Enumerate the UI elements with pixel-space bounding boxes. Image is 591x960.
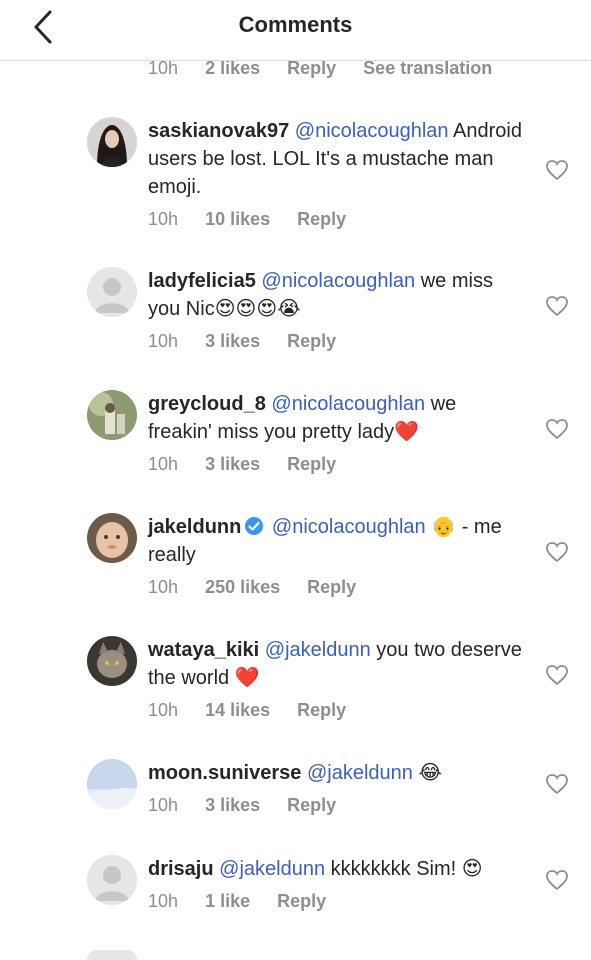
reply-button[interactable]: Reply: [287, 795, 336, 816]
like-count[interactable]: 3 likes: [205, 454, 260, 475]
heart-like-icon[interactable]: [545, 664, 569, 686]
avatar[interactable]: [87, 117, 137, 167]
comment-mention[interactable]: @nicolacoughlan: [295, 120, 449, 142]
comment-mention[interactable]: @nicolacoughlan: [271, 393, 425, 415]
comment-username[interactable]: drisaju: [148, 858, 214, 880]
avatar[interactable]: [87, 390, 137, 440]
comment-meta: 10h 3 likes Reply: [148, 795, 358, 816]
comment-username[interactable]: jakeldunn: [148, 516, 241, 538]
emoji: 😍😍😍😭: [214, 298, 301, 320]
avatar[interactable]: [87, 950, 137, 960]
like-count[interactable]: 10 likes: [205, 209, 270, 230]
comment-time: 10h: [148, 209, 179, 229]
verified-badge-icon: [245, 517, 264, 535]
comment-mention[interactable]: @jakeldunn: [265, 639, 371, 661]
comment-time: 10h: [148, 331, 179, 351]
comment-time: 10h: [148, 700, 179, 720]
comment-meta: 10h 2 likes Reply See translation: [148, 58, 514, 79]
comment-body: kkkkkkkk Sim!: [325, 858, 462, 880]
comment-meta: 10h 10 likes Reply: [148, 209, 368, 230]
comment-mention[interactable]: @nicolacoughlan: [261, 270, 415, 292]
comment-username[interactable]: greycloud_8: [148, 393, 266, 415]
comment-username[interactable]: ladyfelicia5: [148, 270, 256, 292]
comment-meta: 10h 3 likes Reply: [148, 331, 358, 352]
like-count[interactable]: 14 likes: [205, 700, 270, 721]
comment-mention[interactable]: @jakeldunn: [307, 762, 413, 784]
comment-text: wataya_kiki @jakeldunn you two deserve t…: [148, 636, 523, 692]
emoji: 👴: [431, 516, 457, 538]
emoji: 😍: [461, 858, 483, 880]
comment-username[interactable]: saskianovak97: [148, 120, 289, 142]
comment-time: 10h: [148, 454, 179, 474]
reply-button[interactable]: Reply: [287, 58, 336, 79]
avatar[interactable]: [87, 513, 137, 563]
heart-like-icon[interactable]: [545, 869, 569, 891]
avatar[interactable]: [87, 267, 137, 317]
heart-like-icon[interactable]: [545, 295, 569, 317]
avatar[interactable]: [87, 855, 137, 905]
comment-mention[interactable]: @nicolacoughlan: [272, 516, 426, 538]
page-title: Comments: [238, 12, 353, 37]
see-translation-button[interactable]: See translation: [363, 58, 492, 79]
reply-button[interactable]: Reply: [307, 577, 356, 598]
like-count[interactable]: 2 likes: [205, 58, 260, 79]
heart-like-icon[interactable]: [545, 541, 569, 563]
comment-username[interactable]: moon.suniverse: [148, 762, 301, 784]
comment-time: 10h: [148, 795, 179, 815]
reply-button[interactable]: Reply: [287, 331, 336, 352]
heart-like-icon[interactable]: [545, 159, 569, 181]
comment-text: ladyfelicia5 @nicolacoughlan we miss you…: [148, 267, 523, 323]
emoji: ❤️: [234, 667, 260, 689]
comment-meta: 10h 1 like Reply: [148, 891, 348, 912]
comment-time: 10h: [148, 891, 179, 911]
comment-meta: 10h 3 likes Reply: [148, 454, 358, 475]
emoji: ❤️: [394, 421, 420, 443]
comment-text: drisaju @jakeldunn kkkkkkkk Sim! 😍: [148, 855, 523, 883]
reply-button[interactable]: Reply: [297, 209, 346, 230]
reply-button[interactable]: Reply: [297, 700, 346, 721]
comment-mention[interactable]: @jakeldunn: [219, 858, 325, 880]
comment-time: 10h: [148, 58, 179, 78]
comment-username[interactable]: wataya_kiki: [148, 639, 259, 661]
like-count[interactable]: 1 like: [205, 891, 250, 912]
heart-like-icon[interactable]: [545, 773, 569, 795]
emoji: 😂: [418, 762, 442, 784]
heart-like-icon[interactable]: [545, 418, 569, 440]
comment-text: greycloud_8 @nicolacoughlan we freakin' …: [148, 390, 523, 446]
reply-button[interactable]: Reply: [287, 454, 336, 475]
like-count[interactable]: 250 likes: [205, 577, 280, 598]
reply-button[interactable]: Reply: [277, 891, 326, 912]
avatar[interactable]: [87, 759, 137, 809]
comment-time: 10h: [148, 577, 179, 597]
header-bar: Comments: [0, 0, 591, 61]
comment-meta: 10h 14 likes Reply: [148, 700, 368, 721]
comment-text: moon.suniverse @jakeldunn 😂: [148, 759, 523, 787]
comment-text: jakeldunn @nicolacoughlan 👴 - me really: [148, 513, 523, 569]
comment-meta: 10h 250 likes Reply: [148, 577, 378, 598]
avatar[interactable]: [87, 636, 137, 686]
like-count[interactable]: 3 likes: [205, 795, 260, 816]
comment-text: saskianovak97 @nicolacoughlan Android us…: [148, 117, 523, 201]
like-count[interactable]: 3 likes: [205, 331, 260, 352]
